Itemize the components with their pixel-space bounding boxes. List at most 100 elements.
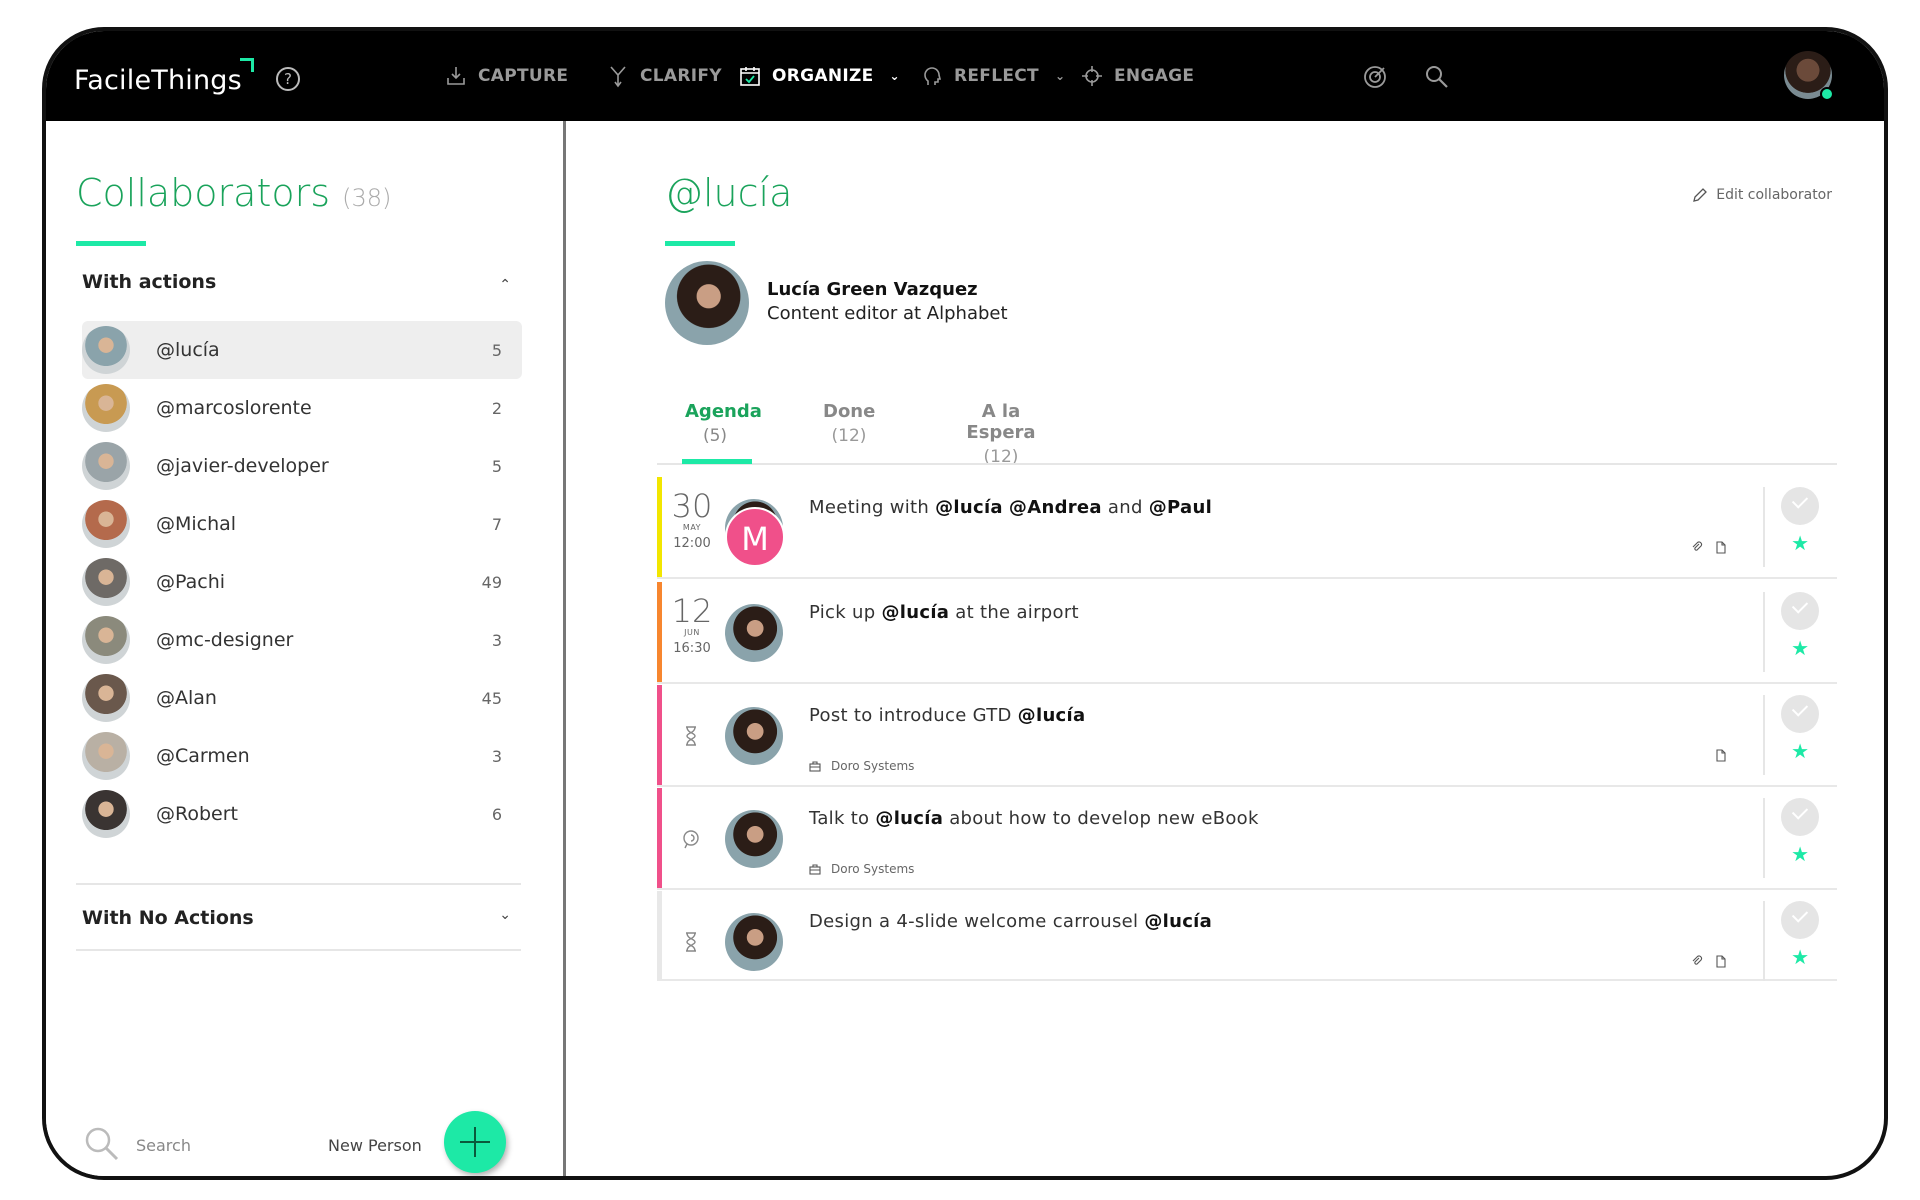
avatar [725, 913, 783, 971]
task-row[interactable]: 30 MAY 12:00 M Meeting with @lucía @Andrea a… [657, 477, 1837, 579]
help-icon[interactable]: ? [276, 67, 300, 91]
collaborator-action-count: 45 [481, 688, 502, 708]
collaborator-name: @Carmen [156, 745, 250, 767]
collaborator-action-count: 3 [491, 630, 502, 650]
avatar [82, 500, 130, 548]
star-icon[interactable]: ★ [1791, 842, 1809, 866]
section-no-actions[interactable]: With No Actions [82, 907, 254, 929]
nav-capture-label: CAPTURE [478, 66, 569, 86]
logo-corner-mark [240, 58, 254, 72]
row-separator [1763, 901, 1765, 981]
row-separator [1763, 695, 1765, 775]
star-icon[interactable]: ★ [1791, 531, 1809, 555]
collaborator-row[interactable]: @Alan 45 [82, 669, 522, 727]
collaborator-action-count: 2 [491, 398, 502, 418]
complete-task-button[interactable] [1781, 695, 1819, 733]
collaborator-row[interactable]: @marcoslorente 2 [82, 379, 522, 437]
task-date: 12 JUN 16:30 [669, 594, 715, 656]
task-row[interactable]: Talk to @lucía about how to develop new … [657, 788, 1837, 890]
collaborator-row[interactable]: @Michal 7 [82, 495, 522, 553]
task-title[interactable]: Pick up @lucía at the airport [809, 602, 1079, 623]
edit-collaborator-link[interactable]: Edit collaborator [1692, 187, 1832, 203]
participant-badge: M [725, 507, 785, 567]
task-attachments[interactable] [1691, 955, 1727, 968]
collaborator-row[interactable]: @mc-designer 3 [82, 611, 522, 669]
nav-reflect[interactable]: REFLECT ⌄ [920, 31, 1065, 121]
context-color-bar [657, 685, 662, 785]
complete-task-button[interactable] [1781, 487, 1819, 525]
task-project[interactable]: Doro Systems [809, 862, 914, 876]
context-color-bar [657, 891, 662, 979]
collaborators-title-text: Collaborators [76, 171, 331, 215]
collaborator-name: @Alan [156, 687, 217, 709]
task-row[interactable]: Design a 4-slide welcome carrousel @lucí… [657, 891, 1837, 981]
crosshair-icon [1082, 66, 1102, 86]
target-icon[interactable] [1362, 64, 1388, 90]
collaborator-row[interactable]: @javier-developer 5 [82, 437, 522, 495]
app-window: FacileThings ? CAPTURE CLARIFY ORGANIZE … [42, 27, 1888, 1180]
tab-agenda[interactable]: Agenda (5) [685, 401, 762, 446]
section-divider [76, 883, 521, 885]
collaborator-handle: @lucía [665, 171, 793, 215]
task-title[interactable]: Post to introduce GTD @lucía [809, 705, 1085, 726]
document-icon [1716, 955, 1726, 968]
collaborator-row[interactable]: @Pachi 49 [82, 553, 522, 611]
add-person-button[interactable] [444, 1111, 506, 1173]
collaborator-row[interactable]: @lucía 5 [82, 321, 522, 379]
avatar [725, 604, 783, 662]
task-row[interactable]: Post to introduce GTD @lucía Doro Systems… [657, 685, 1837, 787]
complete-task-button[interactable] [1781, 592, 1819, 630]
search-icon[interactable] [84, 1126, 120, 1162]
search-label[interactable]: Search [136, 1136, 191, 1155]
nav-clarify[interactable]: CLARIFY [606, 31, 722, 121]
chevron-up-icon[interactable]: ⌃ [499, 277, 511, 293]
star-icon[interactable]: ★ [1791, 739, 1809, 763]
avatar [725, 707, 783, 765]
collaborator-name: @Pachi [156, 571, 226, 593]
collaborator-action-count: 5 [491, 340, 502, 360]
head-icon [924, 67, 942, 85]
nav-capture[interactable]: CAPTURE [444, 31, 568, 121]
avatar [82, 384, 130, 432]
task-row[interactable]: 12 JUN 16:30 Pick up @lucía at the airport ★ [657, 582, 1837, 684]
task-date: 30 MAY 12:00 [669, 489, 715, 551]
collaborator-row[interactable]: @Robert 6 [82, 785, 522, 843]
row-separator [1763, 592, 1765, 672]
collaborator-row[interactable]: @Carmen 3 [82, 727, 522, 785]
task-title[interactable]: Design a 4-slide welcome carrousel @lucí… [809, 911, 1212, 932]
tab-done[interactable]: Done (12) [823, 401, 875, 446]
collaborator-action-count: 49 [481, 572, 502, 592]
task-title[interactable]: Talk to @lucía about how to develop new … [809, 808, 1259, 829]
section-with-actions[interactable]: With actions [82, 271, 216, 293]
task-title[interactable]: Meeting with @lucía @Andrea and @Paul [809, 497, 1212, 518]
task-project-name: Doro Systems [831, 759, 915, 773]
title-underline [76, 241, 146, 246]
task-time: 12:00 [673, 536, 711, 551]
nav-organize[interactable]: ORGANIZE ⌄ [738, 31, 900, 121]
task-attachments[interactable] [1691, 541, 1727, 554]
star-icon[interactable]: ★ [1791, 636, 1809, 660]
task-attachments[interactable] [1715, 749, 1727, 762]
app-logo[interactable]: FacileThings [74, 65, 242, 96]
complete-task-button[interactable] [1781, 798, 1819, 836]
collaborator-action-count: 6 [491, 804, 502, 824]
avatar [82, 616, 130, 664]
collaborator-name: @javier-developer [156, 455, 329, 477]
chevron-down-icon[interactable]: ⌄ [499, 907, 511, 923]
tab-done-count: (12) [831, 426, 867, 446]
nav-engage[interactable]: ENGAGE [1080, 31, 1194, 121]
complete-task-button[interactable] [1781, 901, 1819, 939]
collaborator-action-count: 5 [491, 456, 502, 476]
collaborator-action-count: 7 [491, 514, 502, 534]
calendar-check-icon [740, 67, 760, 86]
edit-collaborator-label: Edit collaborator [1716, 187, 1832, 203]
collaborator-list: @lucía 5 @marcoslorente 2 @javier-developer 5… [82, 321, 522, 843]
paperclip-icon [1692, 955, 1703, 965]
tab-a-la-espera-label: A la Espera [966, 401, 1036, 443]
briefcase-icon [809, 863, 821, 875]
star-icon[interactable]: ★ [1791, 945, 1809, 969]
search-icon[interactable] [1424, 64, 1450, 90]
new-person-label[interactable]: New Person [328, 1136, 422, 1155]
task-project[interactable]: Doro Systems [809, 759, 914, 773]
tab-a-la-espera[interactable]: A la Espera (12) [951, 401, 1051, 467]
